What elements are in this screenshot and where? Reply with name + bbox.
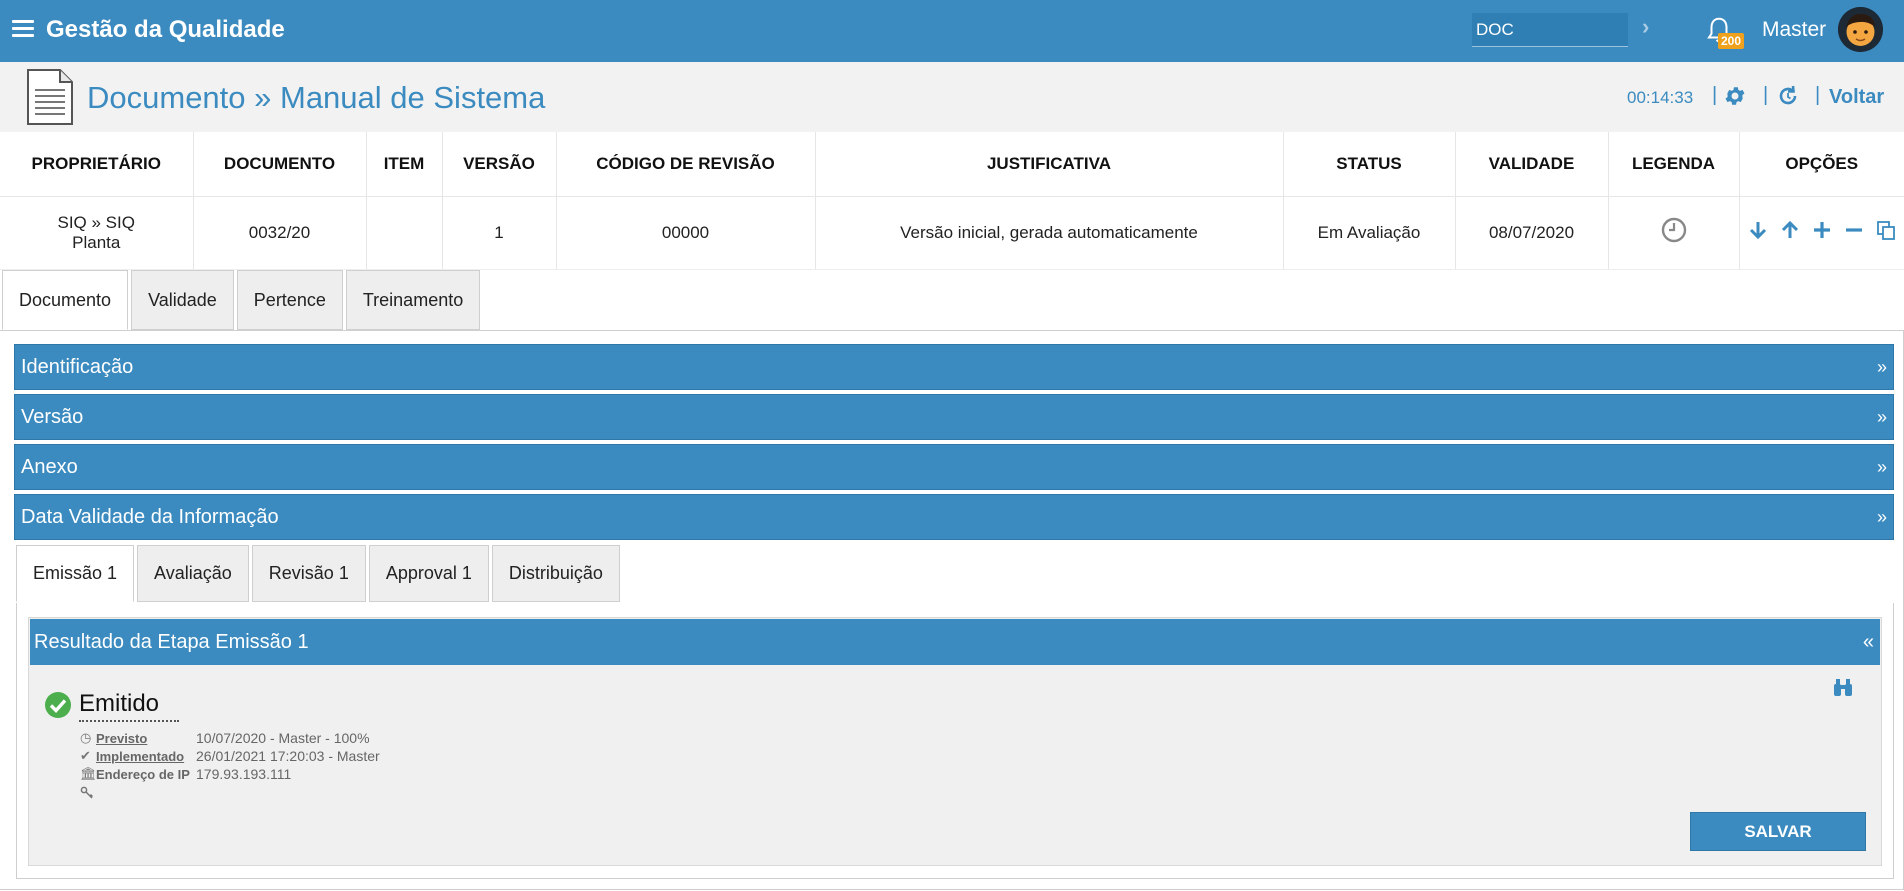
workflow-tabs: Emissão 1 Avaliação Revisão 1 Approval 1… bbox=[16, 545, 623, 602]
arrow-up-icon[interactable] bbox=[1779, 219, 1801, 246]
justification-cell: Versão inicial, gerada automaticamente bbox=[815, 196, 1284, 270]
column-header: DOCUMENTO bbox=[193, 132, 367, 197]
column-header: OPÇÕES bbox=[1739, 132, 1904, 197]
tab-validade[interactable]: Validade bbox=[131, 270, 234, 330]
ip-label: Endereço de IP bbox=[96, 766, 190, 782]
expand-chevron-icon: » bbox=[1876, 356, 1887, 377]
user-name[interactable]: Master bbox=[1762, 18, 1826, 42]
separator: | bbox=[1815, 84, 1821, 106]
legend-cell bbox=[1608, 196, 1740, 270]
bank-icon: 🏛 bbox=[80, 766, 97, 781]
binoculars-icon[interactable] bbox=[1832, 676, 1854, 698]
tab-pertence[interactable]: Pertence bbox=[236, 270, 343, 330]
accordion-anexo[interactable]: Anexo » bbox=[14, 444, 1894, 490]
accordion-identificacao[interactable]: Identificação » bbox=[14, 344, 1894, 390]
column-header: VALIDADE bbox=[1455, 132, 1609, 197]
accordion-versao[interactable]: Versão » bbox=[14, 394, 1894, 440]
column-header: JUSTIFICATIVA bbox=[815, 132, 1284, 197]
implemented-label[interactable]: Implementado bbox=[96, 749, 196, 764]
main-tabs: Documento Validade Pertence Treinamento bbox=[2, 270, 483, 330]
expand-chevron-icon: » bbox=[1876, 406, 1887, 427]
document-table: PROPRIETÁRIO DOCUMENTO ITEM VERSÃO CÓDIG… bbox=[0, 132, 1904, 270]
result-panel-title: Resultado da Etapa Emissão 1 bbox=[34, 630, 309, 653]
separator: | bbox=[1712, 84, 1718, 106]
planned-row: ◷ Previsto 10/07/2020 - Master - 100% bbox=[80, 730, 370, 746]
key-icon bbox=[80, 786, 94, 799]
notification-badge: 200 bbox=[1718, 33, 1745, 49]
session-timer: 00:14:33 bbox=[1627, 88, 1694, 107]
implemented-row: ✔ Implementado 26/01/2021 17:20:03 - Mas… bbox=[80, 748, 380, 764]
status-cell: Em Avaliação bbox=[1283, 196, 1456, 270]
validity-cell: 08/07/2020 bbox=[1455, 196, 1609, 270]
options-cell bbox=[1739, 196, 1904, 270]
accordion-label: Data Validade da Informação bbox=[21, 505, 279, 528]
avatar[interactable] bbox=[1838, 7, 1883, 52]
tab-treinamento[interactable]: Treinamento bbox=[345, 270, 481, 330]
menu-icon[interactable] bbox=[12, 20, 34, 38]
step-status: Emitido bbox=[79, 690, 180, 722]
planned-value: 10/07/2020 - Master - 100% bbox=[196, 730, 370, 746]
owner-line: SIQ » SIQ bbox=[57, 212, 135, 232]
version-cell: 1 bbox=[442, 196, 557, 270]
implemented-value: 26/01/2021 17:20:03 - Master bbox=[196, 748, 380, 764]
expand-chevron-icon: » bbox=[1876, 456, 1887, 477]
tab-revisao-1[interactable]: Revisão 1 bbox=[251, 545, 366, 602]
table-row[interactable]: SIQ » SIQ Planta 0032/20 1 00000 Versão i… bbox=[0, 196, 1904, 270]
separator: | bbox=[1763, 84, 1769, 106]
plus-icon[interactable] bbox=[1811, 219, 1833, 246]
column-header: LEGENDA bbox=[1608, 132, 1740, 197]
revision-code-cell: 00000 bbox=[556, 196, 816, 270]
accordion-data-validade[interactable]: Data Validade da Informação » bbox=[14, 494, 1894, 540]
column-header: STATUS bbox=[1283, 132, 1456, 197]
accordion-label: Anexo bbox=[21, 455, 78, 478]
minus-icon[interactable] bbox=[1843, 219, 1865, 246]
back-link[interactable]: Voltar bbox=[1829, 86, 1884, 109]
column-header: CÓDIGO DE REVISÃO bbox=[556, 132, 816, 197]
page-title: Documento » Manual de Sistema bbox=[87, 80, 546, 115]
tab-documento[interactable]: Documento bbox=[2, 270, 129, 330]
copy-icon[interactable] bbox=[1875, 219, 1897, 246]
owner-line: Planta bbox=[72, 232, 121, 252]
collapse-chevron-icon: « bbox=[1862, 630, 1874, 653]
owner-cell: SIQ » SIQ Planta bbox=[0, 196, 194, 270]
tab-distribuicao[interactable]: Distribuição bbox=[491, 545, 620, 602]
document-cell: 0032/20 bbox=[193, 196, 367, 270]
clock-icon: ◷ bbox=[80, 730, 92, 745]
refresh-icon[interactable] bbox=[1776, 84, 1800, 108]
tab-emissao-1[interactable]: Emissão 1 bbox=[16, 545, 135, 602]
app-title: Gestão da Qualidade bbox=[46, 16, 285, 43]
column-header: ITEM bbox=[366, 132, 443, 197]
ip-row: 🏛 Endereço de IP 179.93.193.111 bbox=[80, 766, 291, 782]
accordion-label: Versão bbox=[21, 405, 84, 428]
item-cell bbox=[366, 196, 443, 270]
check-icon: ✔ bbox=[80, 748, 91, 763]
planned-label[interactable]: Previsto bbox=[96, 731, 196, 746]
clock-icon bbox=[1661, 217, 1686, 243]
ip-value: 179.93.193.111 bbox=[196, 766, 292, 782]
column-header: VERSÃO bbox=[442, 132, 557, 197]
gear-icon[interactable] bbox=[1723, 84, 1747, 108]
key-row bbox=[80, 786, 94, 800]
check-circle-icon bbox=[45, 692, 71, 718]
table-header-row: PROPRIETÁRIO DOCUMENTO ITEM VERSÃO CÓDIG… bbox=[0, 132, 1904, 197]
tab-avaliacao[interactable]: Avaliação bbox=[137, 545, 249, 602]
document-icon bbox=[27, 69, 73, 125]
go-arrow-icon[interactable]: › bbox=[1642, 14, 1649, 40]
arrow-down-icon[interactable] bbox=[1747, 219, 1769, 246]
result-panel-header[interactable]: Resultado da Etapa Emissão 1 « bbox=[30, 619, 1880, 665]
save-button[interactable]: SALVAR bbox=[1690, 812, 1866, 851]
tab-approval-1[interactable]: Approval 1 bbox=[368, 545, 489, 602]
expand-chevron-icon: » bbox=[1876, 506, 1887, 527]
accordion-label: Identificação bbox=[21, 355, 134, 378]
module-search-input[interactable] bbox=[1472, 13, 1628, 47]
top-bar: Gestão da Qualidade › 200 Master bbox=[0, 0, 1904, 62]
column-header: PROPRIETÁRIO bbox=[0, 132, 194, 197]
